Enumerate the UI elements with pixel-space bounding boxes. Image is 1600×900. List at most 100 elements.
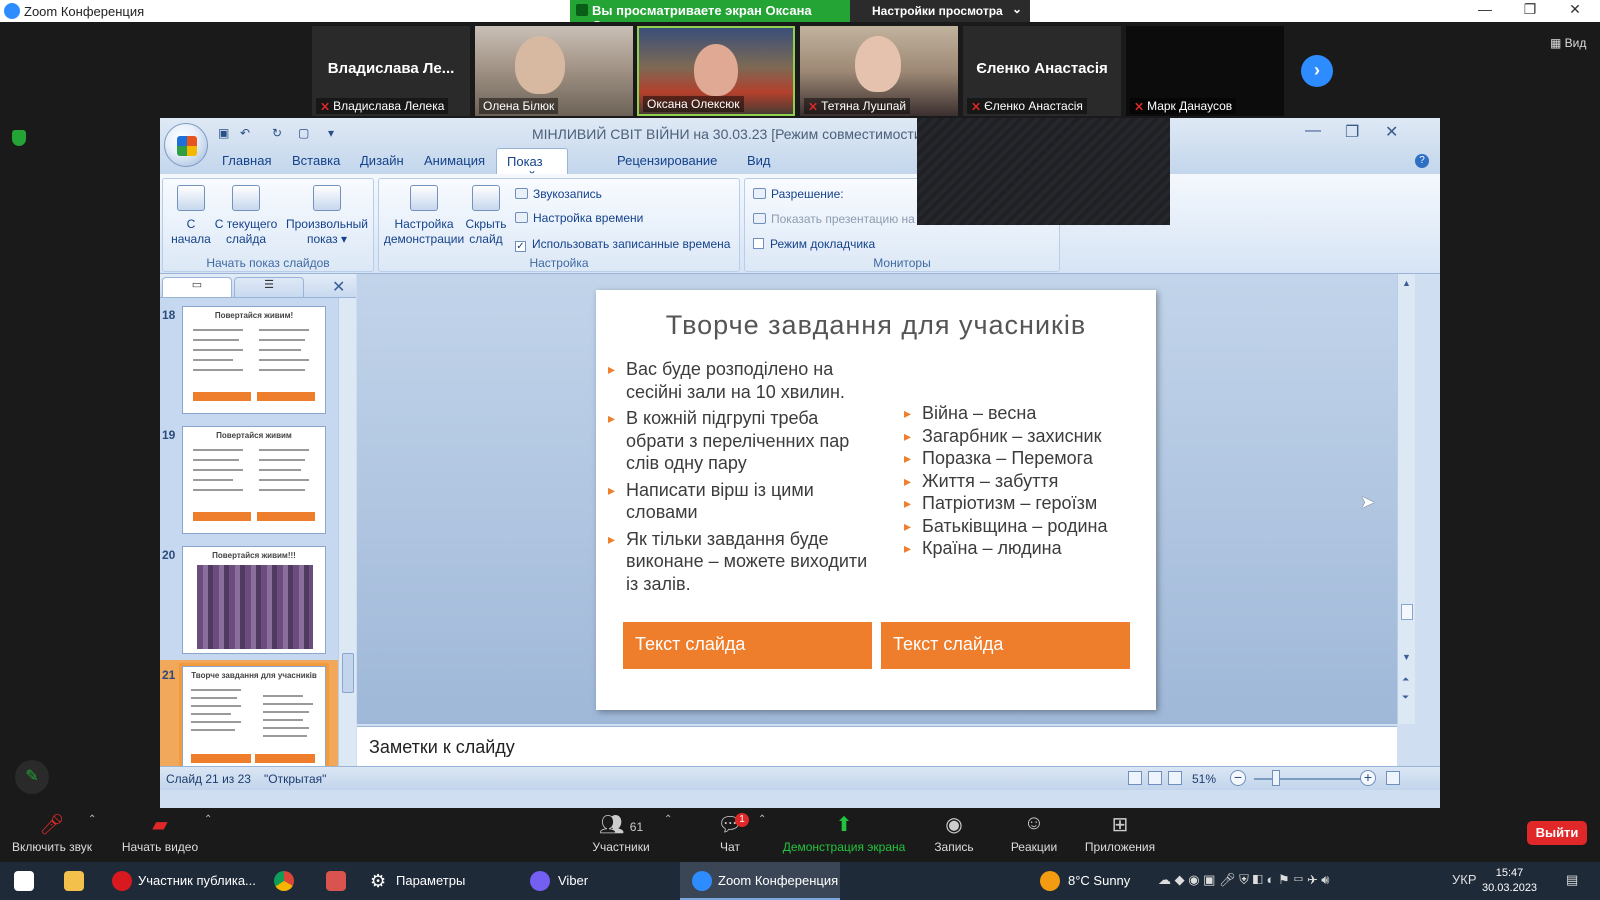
participant-tile[interactable]: ⨯ Марк Данаусов <box>1126 26 1284 116</box>
scroll-thumb[interactable] <box>342 653 354 693</box>
view-settings-button[interactable]: Настройки просмотра ⌄ <box>850 0 1030 22</box>
thumbnail-number: 18 <box>162 308 176 322</box>
previous-slide-icon[interactable]: ⏶ <box>1402 674 1409 685</box>
slide-thumbnail[interactable]: Повертайся живим! <box>182 306 326 414</box>
zoom-slider-knob[interactable] <box>1272 770 1280 786</box>
fit-to-window-icon[interactable] <box>1386 771 1400 785</box>
chrome-button[interactable] <box>266 862 302 900</box>
slide-thumbnail-selected[interactable]: Творче завдання для учасників <box>179 663 329 777</box>
tab-slides[interactable]: ▭ <box>162 277 232 297</box>
close-icon[interactable]: ✕ <box>1555 1 1595 21</box>
security-shield-icon[interactable] <box>12 130 26 146</box>
start-video-button[interactable]: ▰ Начать видео ⌃ <box>118 812 213 854</box>
bullet-item: Війна – весна <box>904 402 1154 425</box>
setup-show-button[interactable]: Настройка демонстрации <box>383 185 465 247</box>
tab-insert[interactable]: Вставка <box>292 148 340 174</box>
taskbar-app-opera[interactable]: Участник публика... <box>100 862 260 900</box>
zoom-out-icon[interactable]: − <box>1230 770 1246 786</box>
ppt-close-icon[interactable]: ✕ <box>1385 122 1398 142</box>
taskbar-app-zoom[interactable]: Zoom Конференция <box>680 862 840 900</box>
slide-text-box-1[interactable]: Текст слайда <box>623 622 872 669</box>
leave-button[interactable]: Выйти <box>1527 821 1587 845</box>
file-explorer-button[interactable] <box>56 862 92 900</box>
zoom-level[interactable]: 51% <box>1192 772 1216 786</box>
tab-animation[interactable]: Анимация <box>424 148 485 174</box>
next-slide-icon[interactable]: ⏷ <box>1402 692 1409 703</box>
help-icon[interactable]: ? <box>1415 154 1429 168</box>
annotate-pencil-icon[interactable]: ✎ <box>15 760 49 794</box>
current-slide[interactable]: Творче завдання для учасників Вас буде р… <box>596 290 1156 710</box>
scroll-down-icon[interactable]: ▼ <box>1402 652 1411 662</box>
normal-view-icon[interactable] <box>1128 771 1142 785</box>
view-button[interactable]: ▦ Вид <box>1550 36 1586 50</box>
ppt-restore-icon[interactable]: ❐ <box>1345 122 1359 142</box>
weather-widget[interactable]: 8°C Sunny <box>1036 862 1146 900</box>
taskbar-app-viber[interactable]: Viber <box>520 862 640 900</box>
apps-button[interactable]: ⊞ Приложения <box>1082 812 1158 854</box>
slide-canvas-scrollbar[interactable]: ▲ ▼ ⏶ ⏷ <box>1397 274 1415 724</box>
tab-home[interactable]: Главная <box>222 148 271 174</box>
participant-label: ⨯ Єленко Анастасія <box>967 98 1087 114</box>
custom-show-button[interactable]: Произвольный показ ▾ <box>283 185 371 247</box>
start-button[interactable] <box>0 862 46 900</box>
customize-qat-icon[interactable]: ▾ <box>328 126 344 140</box>
share-screen-button[interactable]: ⬆ Демонстрация экрана <box>782 812 906 854</box>
use-timings-checkbox[interactable]: ✓ Использовать записанные времена <box>515 237 730 252</box>
new-document-icon[interactable]: ▢ <box>298 126 314 140</box>
slide-thumbnail[interactable]: Повертайся живим <box>182 426 326 534</box>
presenter-view-checkbox[interactable]: Режим докладчика <box>753 237 875 251</box>
calendar-app-button[interactable] <box>318 862 354 900</box>
tab-design[interactable]: Дизайн <box>360 148 404 174</box>
next-page-arrow-icon[interactable]: › <box>1301 55 1333 87</box>
caret-up-icon[interactable]: ⌃ <box>664 814 672 825</box>
setup-show-icon <box>410 185 438 211</box>
slide-thumbnail[interactable]: Повертайся живим!!! <box>182 546 326 654</box>
zoom-in-icon[interactable]: + <box>1360 770 1376 786</box>
language-indicator[interactable]: УКР <box>1452 872 1477 887</box>
caret-up-icon[interactable]: ⌃ <box>88 814 96 825</box>
slideshow-view-icon[interactable] <box>1168 771 1182 785</box>
notifications-icon[interactable]: ▤ <box>1566 872 1578 888</box>
tab-outline[interactable]: ☰ <box>234 277 304 297</box>
save-icon[interactable]: ▣ <box>218 126 234 140</box>
right-bullets: Війна – весна Загарбник – захисник Пораз… <box>904 402 1154 560</box>
participants-button[interactable]: 👥︎ 61 Участники ⌃ <box>588 812 672 854</box>
participant-video-tile[interactable]: ⨯ Тетяна Лушпай <box>800 26 958 116</box>
tab-slideshow[interactable]: Показ слайдов <box>496 148 569 184</box>
reactions-button[interactable]: ☺ Реакции <box>1006 812 1062 854</box>
scroll-thumb[interactable] <box>1401 604 1413 620</box>
taskbar-app-settings[interactable]: ⚙ Параметры <box>362 862 502 900</box>
from-current-button[interactable]: С текущего слайда <box>213 185 279 247</box>
tab-view[interactable]: Вид <box>747 148 771 174</box>
participant-tile[interactable]: Єленко Анастасія ⨯ Єленко Анастасія <box>963 26 1121 116</box>
participant-video-tile-active[interactable]: Оксана Олексюк <box>637 26 795 116</box>
from-start-button[interactable]: С начала <box>171 185 211 247</box>
redo-icon[interactable]: ↻ <box>272 126 288 140</box>
system-tray-icons[interactable]: ☁ ◆ ◉ ▣ 🎤︎ ⛨ ◧ ◐ ⚑ ▭ ✈ 🔊︎ <box>1158 872 1329 888</box>
monitor-icon <box>753 213 766 224</box>
caret-up-icon[interactable]: ⌃ <box>204 814 212 825</box>
scroll-up-icon[interactable]: ▲ <box>1402 278 1411 288</box>
restore-icon[interactable]: ❐ <box>1510 1 1550 21</box>
participant-video-tile[interactable]: Олена Білюк <box>475 26 633 116</box>
participant-face <box>515 36 565 94</box>
hide-slide-button[interactable]: Скрыть слайд <box>465 185 507 247</box>
pane-close-icon[interactable]: ✕ <box>332 277 345 297</box>
minimize-icon[interactable]: — <box>1465 1 1505 21</box>
record-button[interactable]: ◉ Запись <box>926 812 982 854</box>
slides-pane-scrollbar[interactable] <box>338 298 356 766</box>
resolution-dropdown[interactable]: Разрешение: <box>753 187 844 201</box>
ppt-minimize-icon[interactable]: — <box>1305 122 1321 140</box>
notes-pane[interactable]: Заметки к слайду <box>357 726 1397 766</box>
participant-tile[interactable]: Владислава Ле... ⨯ Владислава Лелека <box>312 26 470 116</box>
tab-review[interactable]: Рецензирование <box>617 148 717 174</box>
unmute-button[interactable]: 🎤︎ Включить звук ⌃ <box>8 812 96 854</box>
rehearse-timings-button[interactable]: Настройка времени <box>515 211 643 225</box>
undo-icon[interactable]: ↶ <box>240 126 256 140</box>
office-button[interactable] <box>164 123 208 167</box>
record-narration-button[interactable]: Звукозапись <box>515 187 602 201</box>
slide-text-box-2[interactable]: Текст слайда <box>881 622 1130 669</box>
slide-sorter-icon[interactable] <box>1148 771 1162 785</box>
taskbar-clock[interactable]: 15:47 30.03.2023 <box>1482 866 1537 896</box>
caret-up-icon[interactable]: ⌃ <box>758 814 766 825</box>
